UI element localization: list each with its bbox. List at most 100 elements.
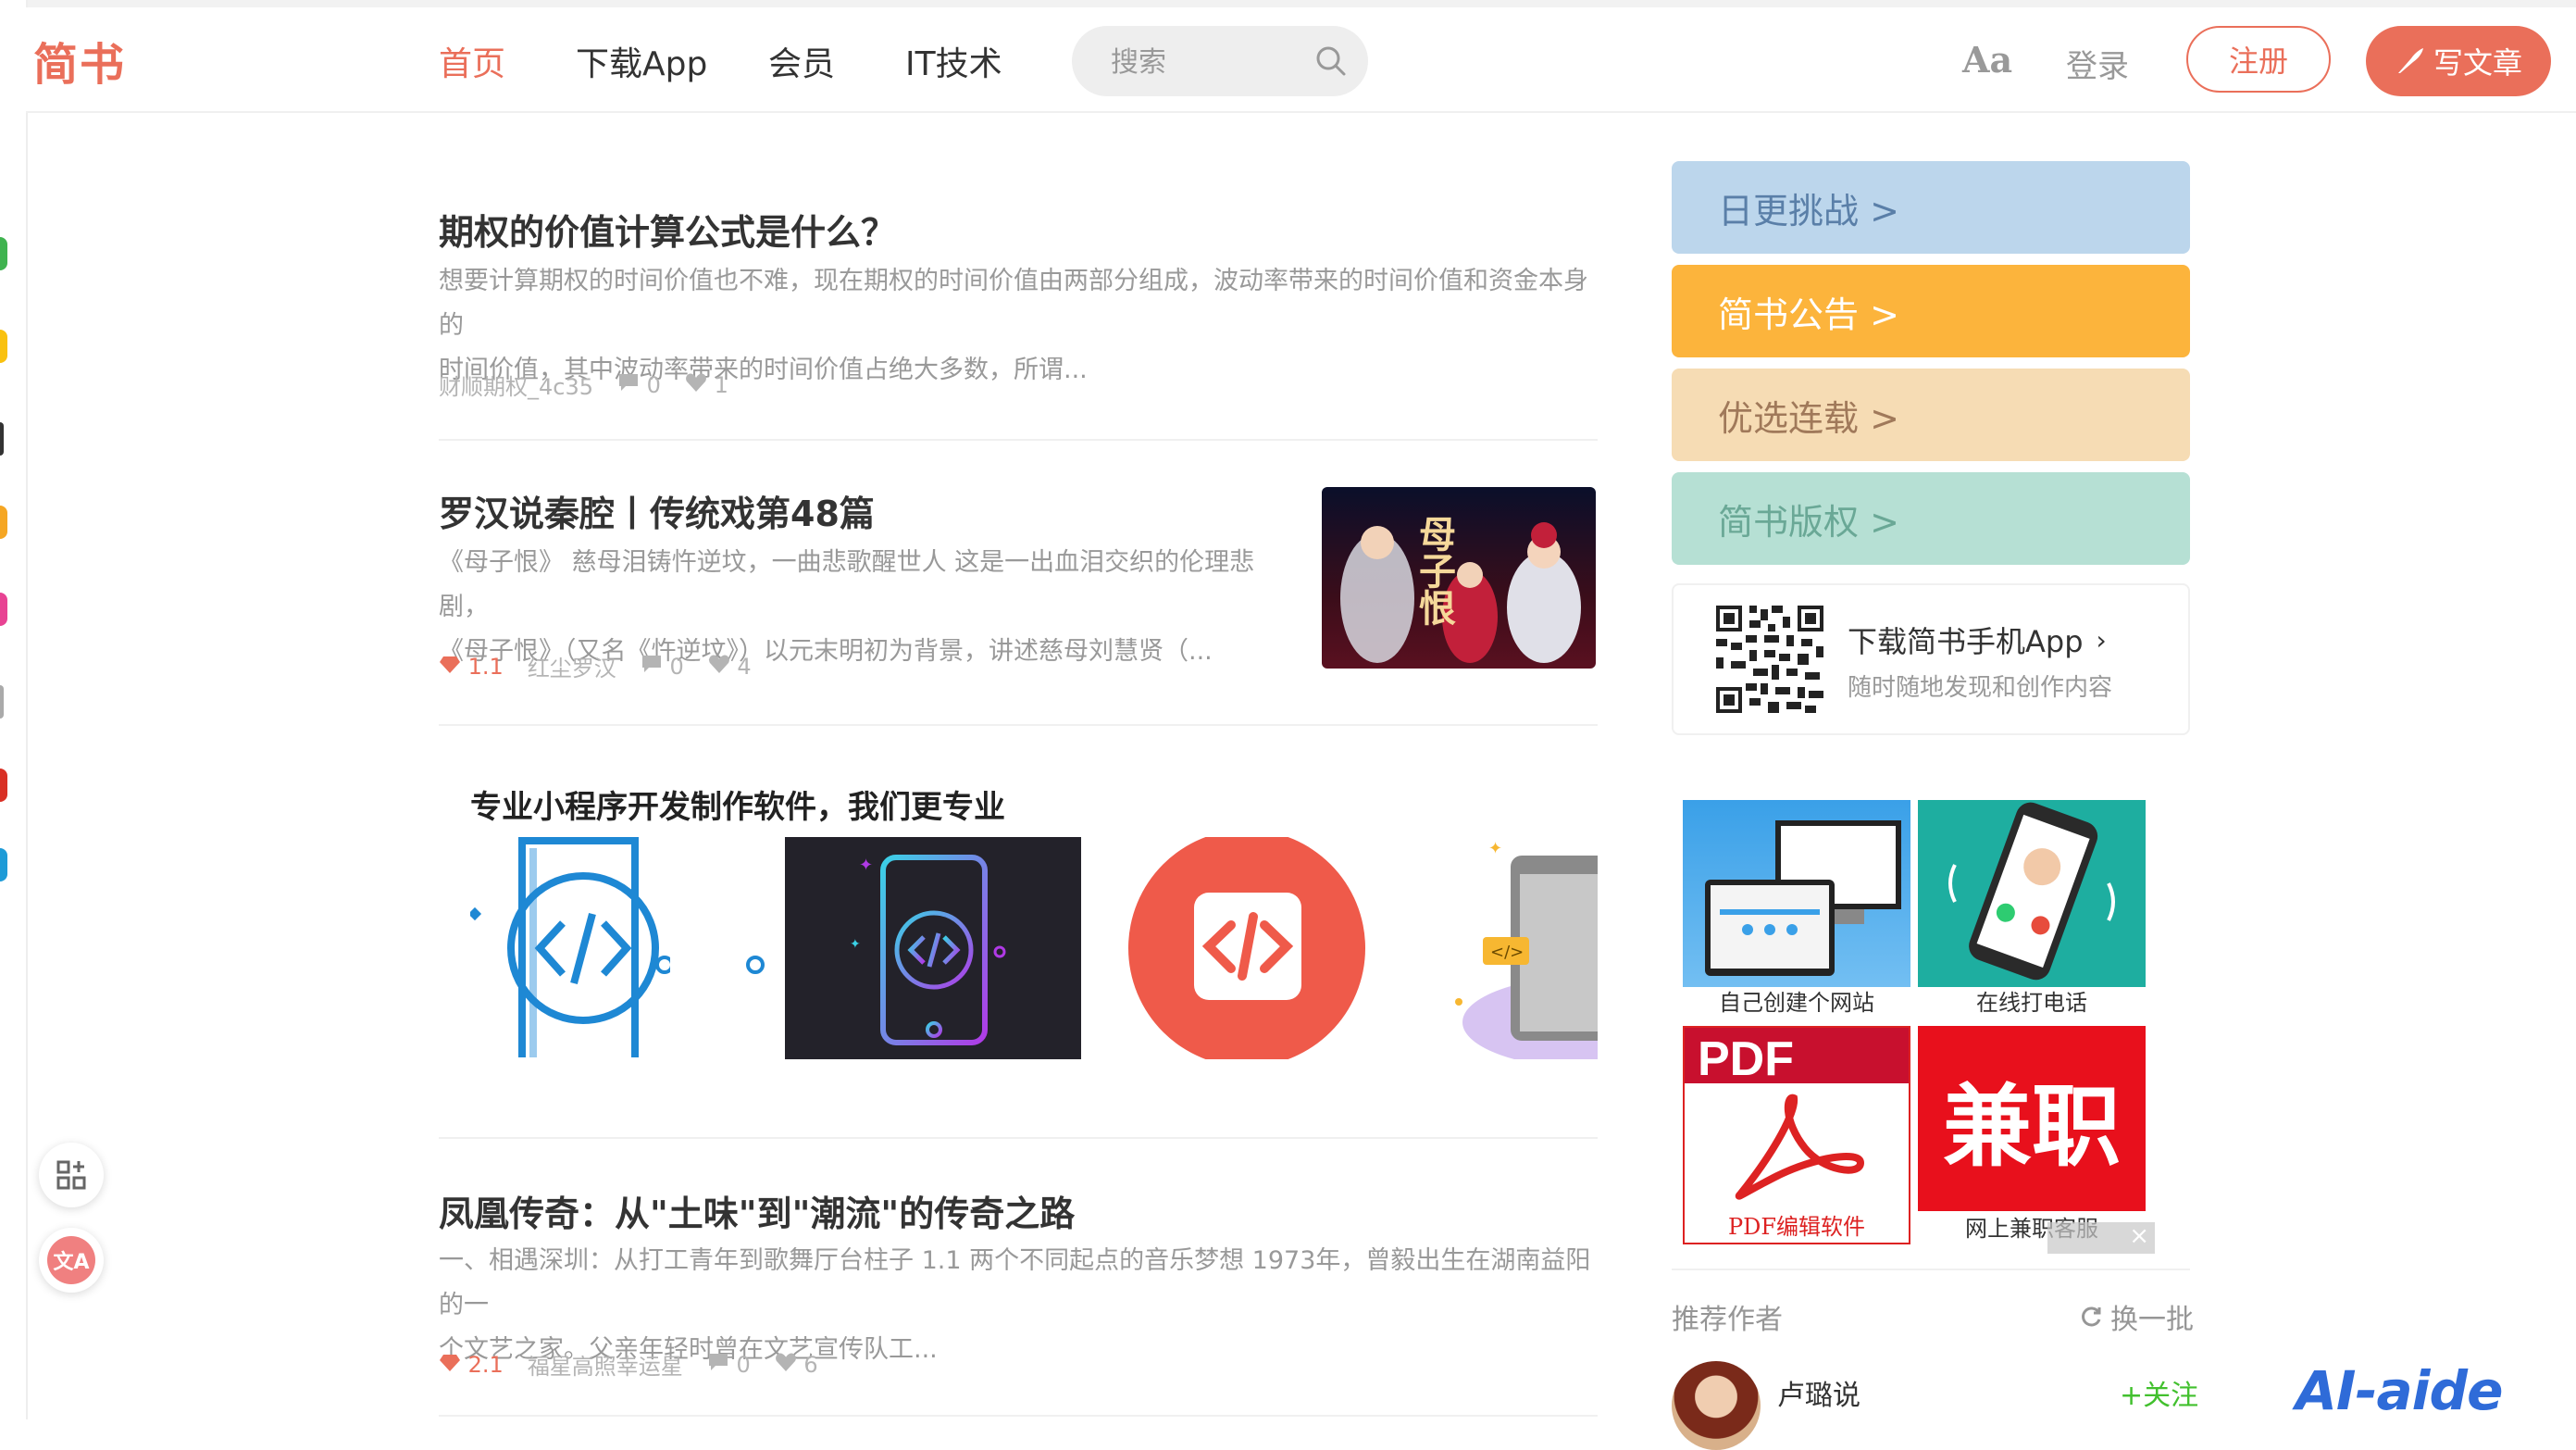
- article-title[interactable]: 罗汉说秦腔丨传统戏第48篇: [439, 485, 875, 536]
- article-meta: 财顺期权_4c35 0 1: [439, 369, 728, 401]
- chevron-right-icon: ›: [2096, 624, 2107, 656]
- comment-icon: [708, 1353, 728, 1370]
- side-copyright[interactable]: 简书版权 >: [1672, 472, 2190, 565]
- diamond-icon: [440, 1354, 460, 1371]
- computer-screens-icon: [1705, 820, 1901, 976]
- comment-count[interactable]: 0: [641, 654, 684, 680]
- author-name[interactable]: 财顺期权_4c35: [439, 369, 593, 401]
- side-divider: [1672, 1269, 2190, 1270]
- translate-button[interactable]: 文A: [39, 1228, 104, 1293]
- qr-code-icon: [1716, 606, 1823, 713]
- device-illustration-icon: </> ✦: [1455, 839, 1598, 1059]
- article-thumbnail[interactable]: 母子恨: [1322, 487, 1596, 669]
- register-button[interactable]: 注册: [2186, 26, 2331, 93]
- avatar[interactable]: [1672, 1361, 1761, 1450]
- list-divider: [439, 1415, 1598, 1417]
- font-size-toggle[interactable]: Aa: [1962, 39, 2012, 81]
- ai-aide-watermark-logo: AI-aide: [2296, 1359, 2503, 1422]
- promo-image-code-circle[interactable]: [1127, 830, 1366, 1067]
- diamond-value: 2.1: [467, 1351, 504, 1378]
- side-serials[interactable]: 优选连载 >: [1672, 369, 2190, 461]
- strip-app-icon[interactable]: [0, 506, 7, 539]
- acrobat-logo-icon: [1735, 1094, 1865, 1200]
- author-name[interactable]: 福星高照幸运星: [528, 1348, 683, 1381]
- list-divider: [439, 724, 1598, 726]
- side-announcement[interactable]: 简书公告 >: [1672, 265, 2190, 357]
- heart-icon: [775, 1353, 796, 1371]
- comment-number: 0: [669, 653, 684, 680]
- recommend-authors-title: 推荐作者: [1672, 1304, 1783, 1336]
- left-app-strip: [0, 0, 28, 1419]
- pdf-banner-text: PDF: [1698, 1032, 1794, 1086]
- comment-icon: [641, 655, 661, 672]
- abstract-line: 想要计算期权的时间价值也不难，现在期权的时间价值由两部分组成，波动率带来的时间价…: [439, 267, 1588, 340]
- promo-image-code-door[interactable]: [467, 835, 674, 1057]
- side-daily-challenge[interactable]: 日更挑战 >: [1672, 161, 2190, 254]
- diamond-icon: [440, 656, 460, 673]
- ad-pdf-editor[interactable]: PDF PDF编辑软件: [1683, 1026, 1910, 1244]
- apps-grid-icon: [56, 1160, 86, 1190]
- comment-count[interactable]: 0: [617, 372, 661, 398]
- refresh-label: 换一批: [2110, 1304, 2194, 1336]
- diamond-reward: 2.1: [439, 1352, 504, 1378]
- strip-app-icon[interactable]: [0, 237, 7, 270]
- comment-number: 0: [736, 1351, 751, 1378]
- nav-it-tech[interactable]: IT技术: [905, 37, 1002, 85]
- search-icon[interactable]: [1313, 43, 1350, 80]
- ad-online-call[interactable]: 在线打电话: [1918, 800, 2146, 1019]
- ad-website-builder[interactable]: 自己创建个网站: [1683, 800, 1910, 1019]
- strip-app-icon[interactable]: [0, 769, 7, 802]
- close-icon[interactable]: ×: [2129, 1222, 2149, 1250]
- ad-part-time-job[interactable]: 兼职 网上兼职客服: [1918, 1026, 2146, 1244]
- apps-grid-button[interactable]: [39, 1143, 104, 1207]
- nav-membership[interactable]: 会员: [768, 37, 835, 85]
- ad-caption: 自己创建个网站: [1683, 987, 1910, 1019]
- jianshu-logo[interactable]: 简书: [33, 28, 126, 93]
- svg-text:✦: ✦: [1488, 839, 1502, 858]
- follow-button[interactable]: +关注: [2120, 1372, 2198, 1413]
- promo-image-partial[interactable]: </> ✦: [1453, 837, 1598, 1059]
- part-time-banner: 兼职: [1918, 1026, 2146, 1211]
- promo-ad-title[interactable]: 专业小程序开发制作软件，我们更专业: [470, 781, 1005, 827]
- feather-pen-icon: [2397, 48, 2423, 73]
- code-door-icon: [467, 837, 674, 1057]
- promo-image-phone-code[interactable]: ✦ ✦: [785, 837, 1081, 1059]
- translate-icon: 文A: [47, 1236, 95, 1284]
- abstract-line: 一、相遇深圳：从打工青年到歌舞厅台柱子 1.1 两个不同起点的音乐梦想 1973…: [439, 1246, 1591, 1319]
- strip-app-icon[interactable]: [0, 330, 7, 363]
- search-input[interactable]: [1109, 43, 1316, 81]
- strip-app-icon[interactable]: [0, 685, 4, 719]
- login-link[interactable]: 登录: [2066, 41, 2129, 86]
- ad-caption: 在线打电话: [1918, 987, 2146, 1019]
- refresh-authors-button[interactable]: 换一批: [2079, 1296, 2194, 1337]
- comment-icon: [619, 373, 639, 391]
- article-title[interactable]: 期权的价值计算公式是什么？: [439, 204, 896, 255]
- phone-code-icon: ✦ ✦: [850, 855, 1006, 1045]
- diamond-value: 1.1: [467, 653, 504, 680]
- nav-home[interactable]: 首页: [439, 37, 505, 85]
- like-number: 1: [714, 371, 728, 398]
- decor-circle: [746, 956, 765, 974]
- search-bar: [1072, 26, 1368, 96]
- comment-count[interactable]: 0: [707, 1352, 751, 1378]
- write-article-label: 写文章: [2433, 45, 2522, 81]
- strip-app-icon[interactable]: [0, 848, 7, 881]
- strip-app-icon[interactable]: [0, 593, 7, 626]
- write-article-button[interactable]: 写文章: [2366, 26, 2551, 96]
- heart-icon: [686, 373, 706, 392]
- author-name[interactable]: 红尘罗汉: [528, 650, 616, 682]
- svg-text:✦: ✦: [859, 856, 873, 875]
- svg-text:✦: ✦: [850, 937, 861, 952]
- diamond-reward: 1.1: [439, 654, 504, 680]
- download-app-card[interactable]: 下载简书手机App › 随时随地发现和创作内容: [1672, 583, 2190, 735]
- nav-download-app[interactable]: 下载App: [576, 37, 707, 85]
- code-badge-icon: [1128, 830, 1365, 1067]
- refresh-icon: [2082, 1306, 2101, 1327]
- article-meta: 2.1 福星高照幸运星 0 6: [439, 1348, 818, 1381]
- article-title[interactable]: 凤凰传奇：从"土味"到"潮流"的传奇之路: [439, 1185, 1075, 1236]
- svg-text:</>: </>: [1490, 943, 1524, 962]
- app-card-subtitle: 随时随地发现和创作内容: [1848, 674, 2113, 702]
- strip-app-icon[interactable]: [0, 422, 4, 456]
- recommended-author-name[interactable]: 卢璐说: [1777, 1372, 1860, 1413]
- app-title-text: 下载简书手机App: [1848, 624, 2084, 659]
